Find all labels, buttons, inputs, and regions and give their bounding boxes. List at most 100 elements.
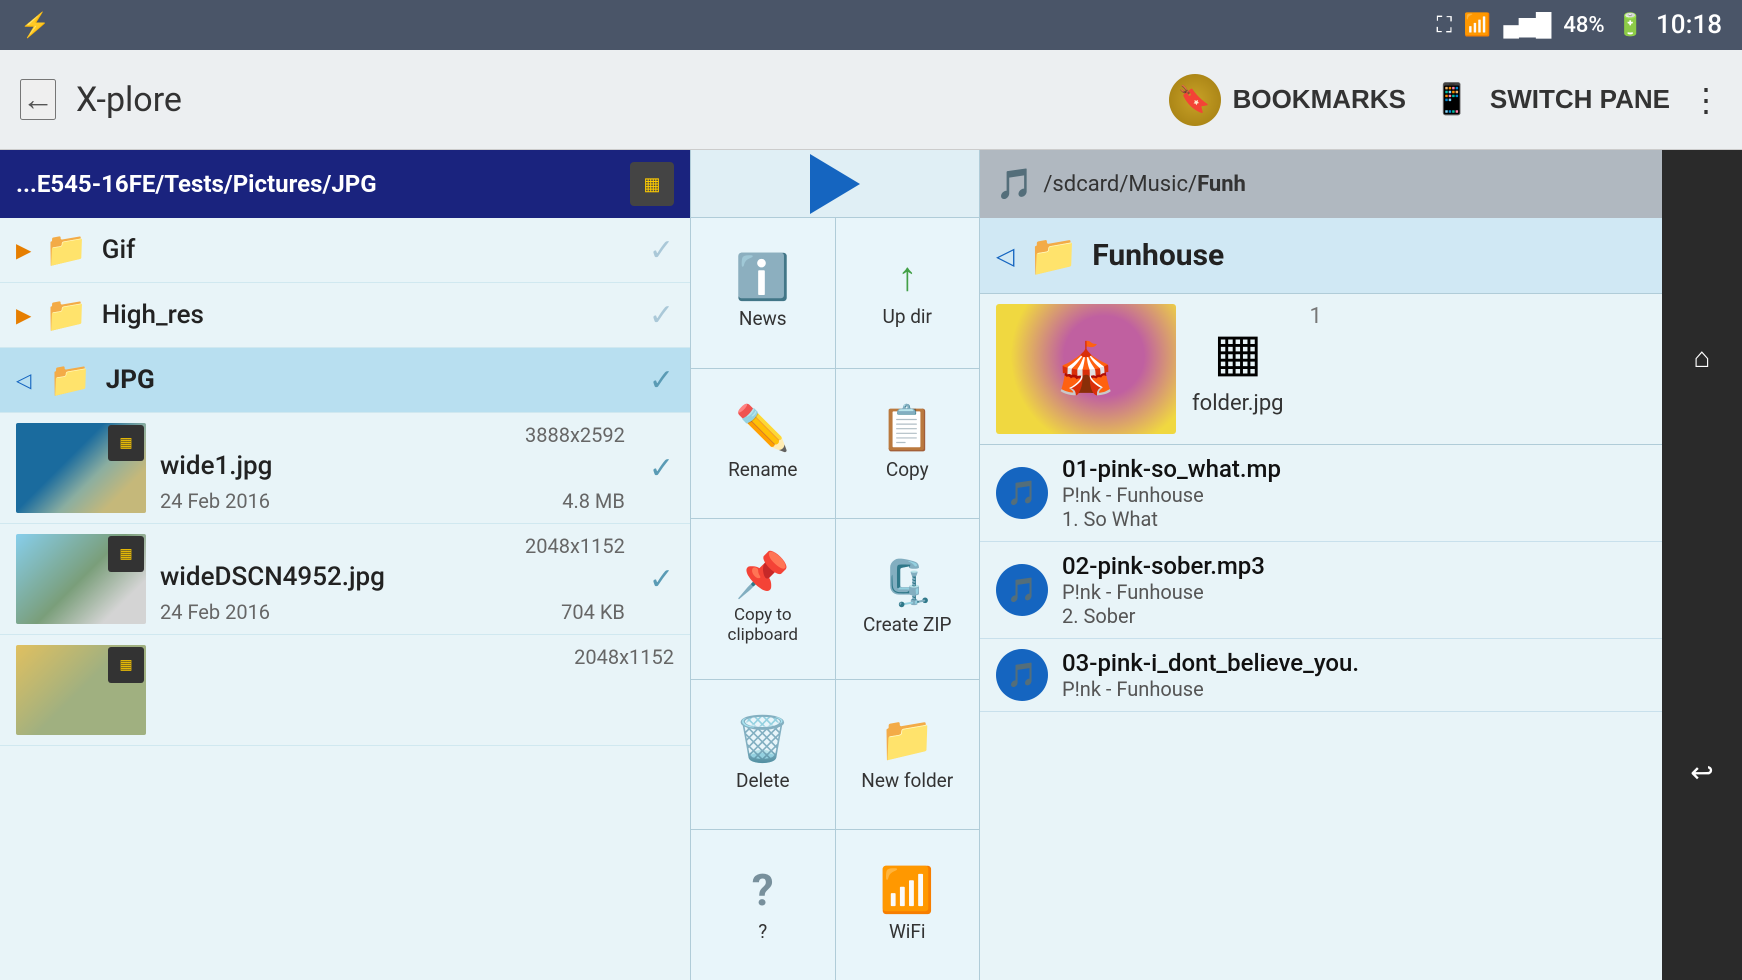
status-right: ⛶ 📶 ▄▆█ 48% 🔋 10:18: [1437, 10, 1723, 40]
folder-icon: 📁: [45, 295, 87, 335]
music-item-info: 01-pink-so_what.mp P!nk - Funhouse 1. So…: [1062, 455, 1726, 531]
updir-icon: ↑: [897, 257, 917, 297]
music-item-info: 02-pink-sober.mp3 P!nk - Funhouse 2. Sob…: [1062, 552, 1726, 628]
music-item-info: 03-pink-i_dont_believe_you. P!nk - Funho…: [1062, 649, 1726, 701]
menu-item-help[interactable]: ? ?: [691, 830, 835, 980]
list-item[interactable]: ▦ 2048x1152 wideDSCN4952.jpg 24 Feb 2016…: [0, 524, 690, 635]
bookmarks-label: BOOKMARKS: [1233, 84, 1406, 115]
music-list: 🎵 01-pink-so_what.mp P!nk - Funhouse 1. …: [980, 445, 1742, 980]
back-button-edge[interactable]: ↩: [1672, 743, 1732, 803]
tree-connector-icon: ◁: [16, 368, 31, 392]
music-track: 1. So What: [1062, 507, 1726, 531]
check-icon: ✓: [649, 233, 674, 268]
right-pane-header: 🎵 /sdcard/Music/Funh ⧉: [980, 150, 1742, 218]
bookmarks-button[interactable]: 🔖 BOOKMARKS: [1169, 74, 1406, 126]
image-grid-row: ▦ folder.jpg 1: [980, 294, 1742, 445]
folder-icon: 📁: [49, 360, 91, 400]
list-item[interactable]: ▦ 3888x2592 wide1.jpg 24 Feb 2016 4.8 MB…: [0, 413, 690, 524]
app-title: X-plore: [76, 80, 1149, 120]
list-item[interactable]: 🎵 01-pink-so_what.mp P!nk - Funhouse 1. …: [980, 445, 1742, 542]
file-dimensions: 2048x1152: [160, 534, 625, 558]
file-overlay-icon: ▦: [108, 536, 144, 572]
file-thumbnail: ▦: [16, 534, 146, 624]
menu-item-label: News: [739, 307, 787, 330]
file-dimensions: 3888x2592: [160, 423, 625, 447]
main-area: ...E545-16FE/Tests/Pictures/JPG ▦ ▶ 📁 Gi…: [0, 150, 1742, 980]
battery-icon: 🔋: [1617, 13, 1644, 38]
menu-item-copy[interactable]: 📋 Copy: [836, 369, 980, 519]
top-bar: ← X-plore 🔖 BOOKMARKS 📱 SWITCH PANE ⋮: [0, 50, 1742, 150]
music-cd-icon: 🎵: [996, 564, 1048, 616]
clock: 10:18: [1656, 10, 1722, 40]
file-date: 24 Feb 2016: [160, 489, 270, 513]
menu-item-label: Copy to clipboard: [699, 605, 827, 645]
menu-item-label: Rename: [728, 458, 797, 481]
menu-item-label: Create ZIP: [863, 613, 952, 636]
menu-item-newfolder[interactable]: 📁 New folder: [836, 680, 980, 830]
context-menu: ℹ️ News ↑ Up dir ✏️ Rename 📋 Copy 📌 Copy…: [690, 150, 980, 980]
file-size: 4.8 MB: [562, 489, 625, 513]
menu-item-clipboard[interactable]: 📌 Copy to clipboard: [691, 519, 835, 679]
more-button[interactable]: ⋮: [1690, 81, 1722, 119]
folder-icon: 📁: [45, 230, 87, 270]
folder-name: High_res: [102, 300, 204, 330]
clipboard-icon: 📌: [735, 553, 790, 597]
newfolder-icon: 📁: [880, 717, 935, 761]
music-artist: P!nk - Funhouse: [1062, 483, 1726, 507]
switch-pane-label: SWITCH PANE: [1490, 84, 1670, 115]
wifi-icon: 📶: [880, 868, 935, 912]
funhouse-arrow-icon: ◁: [996, 242, 1014, 270]
menu-item-wifi[interactable]: 📶 WiFi: [836, 830, 980, 980]
bluetooth-icon: ⛶: [1437, 13, 1452, 38]
music-folder-icon: 🎵: [996, 167, 1033, 202]
rename-icon: ✏️: [735, 406, 790, 450]
switch-pane-button[interactable]: 📱 SWITCH PANE: [1426, 74, 1670, 126]
list-item[interactable]: ◁ 📁 JPG ✓: [0, 348, 690, 413]
menu-item-delete[interactable]: 🗑️ Delete: [691, 680, 835, 830]
left-pane: ...E545-16FE/Tests/Pictures/JPG ▦ ▶ 📁 Gi…: [0, 150, 690, 980]
menu-item-label: New folder: [861, 769, 953, 792]
folder-jpg-item[interactable]: ▦ folder.jpg: [1192, 304, 1284, 434]
file-meta: 24 Feb 2016 704 KB: [160, 600, 625, 624]
check-icon: ✓: [649, 298, 674, 333]
list-item[interactable]: ▶ 📁 Gif ✓: [0, 218, 690, 283]
help-icon: ?: [752, 868, 774, 912]
left-path-bold: JPG: [331, 170, 376, 198]
menu-item-rename[interactable]: ✏️ Rename: [691, 369, 835, 519]
zip-icon: 🗜️: [880, 561, 935, 605]
news-icon: ℹ️: [735, 255, 790, 299]
list-item[interactable]: ▶ 📁 High_res ✓: [0, 283, 690, 348]
menu-item-label: Up dir: [883, 305, 932, 328]
funhouse-folder-row[interactable]: ◁ 📁 Funhouse: [980, 218, 1742, 294]
file-overlay-icon: ▦: [108, 425, 144, 461]
left-path-normal: ...E545-16FE/Tests/Pictures/: [16, 170, 331, 198]
music-track: 2. Sober: [1062, 604, 1726, 628]
file-info: 2048x1152: [160, 645, 674, 681]
menu-item-label: ?: [758, 920, 767, 943]
check-icon: ✓: [649, 451, 674, 486]
list-item[interactable]: ▦ 2048x1152: [0, 635, 690, 746]
menu-item-news[interactable]: ℹ️ News: [691, 218, 835, 368]
file-name: wideDSCN4952.jpg: [160, 562, 625, 592]
file-overlay-icon: ▦: [108, 647, 144, 683]
left-pane-path: ...E545-16FE/Tests/Pictures/JPG: [16, 170, 620, 198]
usb-icon: ⚡: [20, 11, 50, 39]
home-button[interactable]: ⌂: [1672, 328, 1732, 388]
menu-item-label: Delete: [736, 769, 790, 792]
copy-icon: 📋: [880, 406, 935, 450]
list-item[interactable]: 🎵 02-pink-sober.mp3 P!nk - Funhouse 2. S…: [980, 542, 1742, 639]
list-item[interactable]: 🎵 03-pink-i_dont_believe_you. P!nk - Fun…: [980, 639, 1742, 712]
menu-item-label: WiFi: [889, 920, 926, 943]
folder-name: JPG: [106, 365, 155, 395]
left-pane-icon: ▦: [630, 162, 674, 206]
menu-item-zip[interactable]: 🗜️ Create ZIP: [836, 519, 980, 679]
bookmarks-icon: 🔖: [1169, 74, 1221, 126]
wifi-icon: 📶: [1464, 13, 1491, 38]
folder-jpg-name: folder.jpg: [1192, 391, 1284, 416]
file-date: 24 Feb 2016: [160, 600, 270, 624]
file-info: 3888x2592 wide1.jpg 24 Feb 2016 4.8 MB: [160, 423, 625, 513]
file-list: ▶ 📁 Gif ✓ ▶ 📁 High_res ✓ ◁ 📁 JPG ✓: [0, 218, 690, 980]
menu-grid: ℹ️ News ↑ Up dir ✏️ Rename 📋 Copy 📌 Copy…: [691, 218, 979, 980]
menu-item-updir[interactable]: ↑ Up dir: [836, 218, 980, 368]
back-button[interactable]: ←: [20, 79, 56, 120]
